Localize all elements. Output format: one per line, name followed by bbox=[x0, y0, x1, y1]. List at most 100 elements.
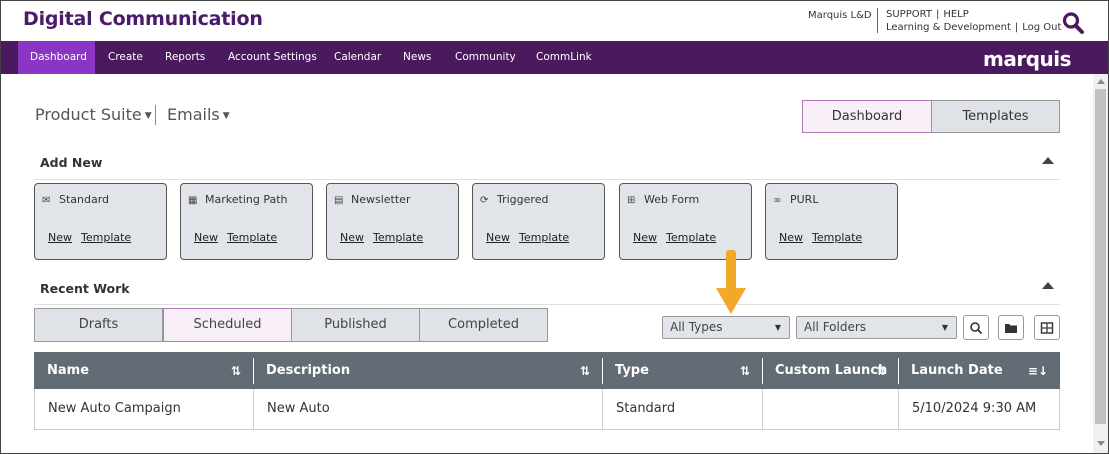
type-select[interactable]: All Types ▼ bbox=[662, 316, 790, 339]
column-type[interactable]: Type ⇅ bbox=[602, 352, 762, 389]
product-suite-dropdown[interactable]: Product Suite ▼ bbox=[35, 105, 152, 124]
envelope-icon: ✉ bbox=[42, 195, 51, 206]
scroll-up-arrow[interactable] bbox=[1097, 79, 1105, 84]
column-name-label: Name bbox=[47, 363, 90, 378]
sort-icon[interactable]: ⇅ bbox=[580, 352, 590, 390]
columns-button[interactable] bbox=[1034, 315, 1060, 340]
calendar-icon: ▦ bbox=[188, 195, 198, 206]
nav-calendar[interactable]: Calendar bbox=[322, 41, 393, 74]
search-icon bbox=[970, 322, 983, 335]
folder-icon bbox=[1005, 324, 1017, 333]
nav-reports[interactable]: Reports bbox=[153, 41, 217, 74]
new-web-form-link[interactable]: New bbox=[633, 231, 657, 244]
template-triggered-link[interactable]: Template bbox=[519, 231, 569, 244]
caret-down-icon: ▼ bbox=[144, 110, 152, 121]
template-purl-link[interactable]: Template bbox=[812, 231, 862, 244]
column-custom-launch[interactable]: Custom Launch ⇅ bbox=[762, 352, 898, 389]
nav-account-settings[interactable]: Account Settings bbox=[216, 41, 329, 74]
nav-community[interactable]: Community bbox=[443, 41, 528, 74]
learning-development-link[interactable]: Learning & Development bbox=[886, 22, 1011, 33]
sort-icon[interactable]: ⇅ bbox=[740, 352, 750, 390]
section-divider bbox=[34, 304, 1060, 305]
annotation-arrow-shaft bbox=[726, 250, 736, 292]
folder-button[interactable] bbox=[998, 315, 1024, 340]
folder-select-value: All Folders bbox=[804, 320, 867, 334]
tab-drafts[interactable]: Drafts bbox=[34, 308, 163, 342]
scrollbar-thumb[interactable] bbox=[1095, 89, 1106, 424]
folder-select[interactable]: All Folders ▼ bbox=[796, 316, 957, 339]
user-name[interactable]: Marquis L&D bbox=[808, 10, 872, 21]
marquis-logo: marquis bbox=[983, 47, 1072, 71]
templates-toggle[interactable]: Templates bbox=[931, 100, 1060, 133]
main-nav: Dashboard Create Reports Account Setting… bbox=[1, 41, 1108, 74]
cell-name[interactable]: New Auto Campaign bbox=[35, 389, 254, 429]
card-triggered: ⟳ Triggered New Template bbox=[472, 183, 605, 260]
card-label: Web Form bbox=[644, 193, 700, 206]
scroll-down-arrow[interactable] bbox=[1097, 441, 1105, 446]
help-link[interactable]: HELP bbox=[943, 9, 968, 20]
cell-description: New Auto bbox=[254, 389, 603, 429]
column-type-label: Type bbox=[615, 363, 649, 378]
refresh-icon: ⟳ bbox=[480, 195, 489, 206]
emails-dropdown[interactable]: Emails ▼ bbox=[167, 105, 230, 124]
filter-divider bbox=[155, 105, 156, 125]
column-description[interactable]: Description ⇅ bbox=[253, 352, 602, 389]
sort-icon[interactable]: ⇅ bbox=[231, 352, 241, 390]
card-purl: ∞ PURL New Template bbox=[765, 183, 898, 260]
newspaper-icon: ▤ bbox=[334, 195, 344, 206]
top-header: Digital Communication Marquis L&D SUPPOR… bbox=[1, 1, 1108, 41]
card-label: Triggered bbox=[497, 193, 549, 206]
card-label: PURL bbox=[790, 193, 819, 206]
column-name[interactable]: Name ⇅ bbox=[34, 352, 253, 389]
card-marketing-path: ▦ Marketing Path New Template bbox=[180, 183, 313, 260]
card-web-form: ⊞ Web Form New Template bbox=[619, 183, 752, 260]
column-custom-launch-label: Custom Launch bbox=[775, 363, 888, 378]
header-divider bbox=[877, 8, 878, 33]
tab-completed[interactable]: Completed bbox=[419, 308, 548, 342]
template-newsletter-link[interactable]: Template bbox=[373, 231, 423, 244]
header-links: SUPPORT | HELP Learning & Development | Log … bbox=[886, 9, 1062, 33]
column-launch-date-label: Launch Date bbox=[911, 363, 1003, 378]
tab-scheduled[interactable]: Scheduled bbox=[163, 308, 292, 342]
collapse-recent-work-icon[interactable] bbox=[1042, 282, 1054, 289]
new-marketing-path-link[interactable]: New bbox=[194, 231, 218, 244]
recent-work-title: Recent Work bbox=[40, 281, 130, 296]
nav-dashboard[interactable]: Dashboard bbox=[18, 41, 95, 74]
template-marketing-path-link[interactable]: Template bbox=[227, 231, 277, 244]
search-button[interactable] bbox=[963, 315, 989, 340]
column-launch-date[interactable]: Launch Date ≡↓ bbox=[898, 352, 1060, 389]
product-suite-label: Product Suite bbox=[35, 105, 142, 124]
dashboard-toggle[interactable]: Dashboard bbox=[802, 100, 932, 133]
grid-icon bbox=[1040, 322, 1054, 334]
template-web-form-link[interactable]: Template bbox=[666, 231, 716, 244]
nav-create[interactable]: Create bbox=[96, 41, 155, 74]
caret-down-icon: ▼ bbox=[222, 110, 230, 121]
caret-down-icon: ▼ bbox=[774, 323, 781, 332]
app-window: Digital Communication Marquis L&D SUPPOR… bbox=[0, 0, 1109, 454]
caret-down-icon: ▼ bbox=[941, 323, 948, 332]
card-label: Marketing Path bbox=[205, 193, 288, 206]
cell-launch-date: 5/10/2024 9:30 AM bbox=[912, 401, 1037, 416]
cell-type: Standard bbox=[603, 389, 763, 429]
logout-link[interactable]: Log Out bbox=[1022, 22, 1061, 33]
sort-desc-icon[interactable]: ≡↓ bbox=[1028, 352, 1048, 390]
card-standard: ✉ Standard New Template bbox=[34, 183, 167, 260]
table-form-icon: ⊞ bbox=[627, 195, 636, 206]
search-icon[interactable] bbox=[1061, 11, 1085, 35]
new-purl-link[interactable]: New bbox=[779, 231, 803, 244]
nav-commlink[interactable]: CommLink bbox=[524, 41, 604, 74]
support-link[interactable]: SUPPORT bbox=[886, 9, 932, 20]
card-label: Standard bbox=[59, 193, 110, 206]
table-row[interactable]: New Auto Campaign New Auto Standard 5/10… bbox=[34, 389, 1060, 430]
new-newsletter-link[interactable]: New bbox=[340, 231, 364, 244]
new-triggered-link[interactable]: New bbox=[486, 231, 510, 244]
template-standard-link[interactable]: Template bbox=[81, 231, 131, 244]
nav-news[interactable]: News bbox=[391, 41, 443, 74]
tab-published[interactable]: Published bbox=[291, 308, 420, 342]
emails-label: Emails bbox=[167, 105, 220, 124]
collapse-add-new-icon[interactable] bbox=[1042, 157, 1054, 164]
new-standard-link[interactable]: New bbox=[48, 231, 72, 244]
sort-icon[interactable]: ⇅ bbox=[876, 352, 886, 390]
section-divider bbox=[34, 179, 1060, 180]
link-icon: ∞ bbox=[773, 195, 782, 206]
